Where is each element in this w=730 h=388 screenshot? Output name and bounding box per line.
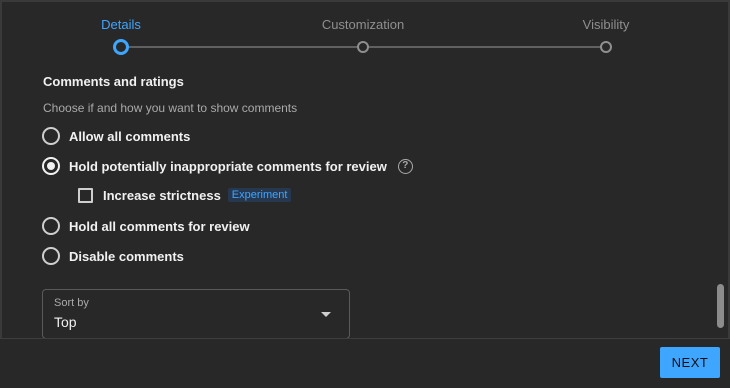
sort-by-caption: Sort by bbox=[54, 297, 89, 309]
step-details-dot[interactable] bbox=[113, 39, 129, 55]
sort-by-value: Top bbox=[54, 314, 77, 330]
dialog-footer bbox=[0, 338, 730, 388]
step-visibility-label[interactable]: Visibility bbox=[583, 17, 630, 32]
experiment-badge: Experiment bbox=[227, 188, 292, 202]
radio-button[interactable] bbox=[42, 217, 60, 235]
section-subtitle: Choose if and how you want to show comme… bbox=[43, 101, 298, 115]
step-connector-2 bbox=[363, 46, 605, 48]
radio-button-selected[interactable] bbox=[42, 157, 60, 175]
radio-label: Disable comments bbox=[69, 248, 184, 264]
step-customization-label[interactable]: Customization bbox=[322, 17, 404, 32]
radio-label: Allow all comments bbox=[69, 128, 191, 144]
step-connector-1 bbox=[121, 46, 363, 48]
radio-allow-all[interactable]: Allow all comments bbox=[42, 126, 190, 146]
radio-disable[interactable]: Disable comments bbox=[42, 246, 184, 266]
next-button[interactable]: NEXT bbox=[660, 347, 720, 378]
step-details-label[interactable]: Details bbox=[101, 17, 141, 32]
step-customization-dot[interactable] bbox=[357, 41, 369, 53]
radio-label: Hold potentially inappropriate comments … bbox=[69, 158, 387, 174]
strictness-checkbox[interactable] bbox=[78, 187, 93, 203]
radio-hold-inappropriate[interactable]: Hold potentially inappropriate comments … bbox=[42, 156, 413, 176]
sort-by-select[interactable]: Sort by Top bbox=[42, 289, 350, 339]
radio-label: Hold all comments for review bbox=[69, 218, 250, 234]
step-visibility-dot[interactable] bbox=[600, 41, 612, 53]
help-icon[interactable]: ? bbox=[397, 158, 413, 174]
chevron-down-icon bbox=[321, 312, 331, 317]
radio-hold-all[interactable]: Hold all comments for review bbox=[42, 216, 250, 236]
strictness-checkbox-row[interactable]: Increase strictness Experiment bbox=[78, 186, 292, 204]
radio-button[interactable] bbox=[42, 247, 60, 265]
stepper: Details Customization Visibility bbox=[0, 0, 730, 66]
scrollbar-thumb[interactable] bbox=[717, 284, 724, 328]
strictness-label: Increase strictness bbox=[103, 187, 221, 203]
section-title: Comments and ratings bbox=[43, 74, 184, 89]
radio-button[interactable] bbox=[42, 127, 60, 145]
